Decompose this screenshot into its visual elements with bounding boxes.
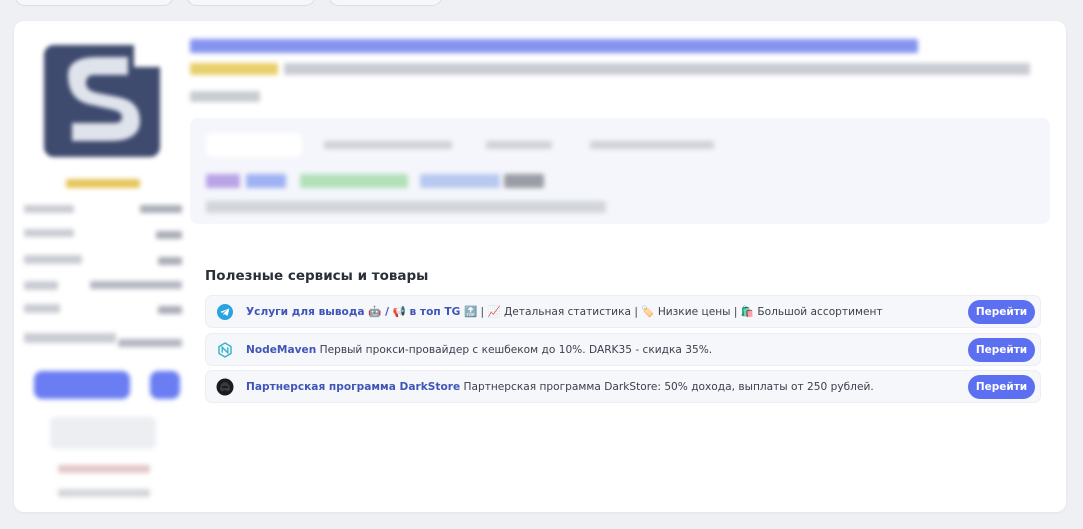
stat-label	[24, 205, 74, 213]
contact-seller-button[interactable]	[34, 371, 130, 399]
tab-item[interactable]	[324, 141, 452, 149]
telegram-icon	[216, 303, 234, 321]
tabs-panel-text	[206, 201, 606, 213]
stat-value	[156, 231, 182, 239]
stat-label	[24, 304, 60, 313]
service-description: Партнерская программа DarkStore: 50% дох…	[460, 380, 874, 393]
stat-value	[140, 205, 182, 213]
services-title: Полезные сервисы и товары	[205, 268, 429, 284]
product-description-line-1	[284, 63, 1030, 75]
go-button[interactable]: Перейти	[968, 338, 1035, 362]
go-button[interactable]: Перейти	[968, 300, 1035, 324]
service-item-nodemaven[interactable]: NodeMaven Первый прокси-провайдер с кешб…	[205, 333, 1041, 366]
service-text: Услуги для вывода 🤖 / 📢 в топ TG 🔝 | 📈 Д…	[246, 305, 1040, 318]
product-tag	[300, 174, 408, 188]
avatar-logo-icon	[38, 35, 166, 163]
stat-value	[158, 306, 182, 314]
service-name[interactable]: NodeMaven	[246, 344, 316, 356]
product-tag	[206, 174, 240, 188]
stat-label	[24, 333, 116, 343]
service-item-darkstore[interactable]: Партнерская программа DarkStore Партнерс…	[205, 370, 1041, 403]
seller-status-line	[58, 465, 150, 473]
tab-active[interactable]	[206, 133, 302, 157]
product-tag	[504, 174, 544, 188]
go-button[interactable]: Перейти	[968, 375, 1035, 399]
service-name[interactable]: Услуги для вывода 🤖 / 📢 в топ TG 🔝	[246, 306, 477, 318]
stat-value	[90, 281, 182, 289]
service-name[interactable]: Партнерская программа DarkStore	[246, 381, 460, 393]
product-tag	[420, 174, 500, 188]
stat-value	[158, 257, 182, 265]
seller-avatar	[38, 35, 166, 163]
nodemaven-icon	[216, 341, 234, 359]
service-item-telegram[interactable]: Услуги для вывода 🤖 / 📢 в топ TG 🔝 | 📈 Д…	[205, 295, 1041, 328]
chat-icon-button[interactable]	[150, 371, 180, 399]
stat-label	[24, 255, 82, 264]
stat-label	[24, 229, 74, 237]
product-badge	[190, 63, 278, 75]
stat-label	[24, 281, 58, 290]
product-description-line-2	[190, 91, 260, 102]
service-description: | 📈 Детальная статистика | 🏷️ Низкие цен…	[477, 306, 883, 318]
stat-value	[118, 339, 182, 347]
service-description: Первый прокси-провайдер с кешбеком до 10…	[316, 343, 713, 356]
top-filter-pill-2[interactable]	[186, 0, 316, 6]
darkstore-icon	[216, 378, 234, 396]
product-tag	[246, 174, 286, 188]
service-text: NodeMaven Первый прокси-провайдер с кешб…	[246, 344, 1040, 356]
seller-rating	[66, 179, 140, 188]
seller-extra-block	[50, 417, 156, 449]
top-filter-pill-3[interactable]	[328, 0, 443, 6]
tab-item[interactable]	[590, 141, 714, 149]
seller-footer-line	[58, 489, 150, 497]
product-title[interactable]	[190, 39, 918, 53]
service-text: Партнерская программа DarkStore Партнерс…	[246, 381, 1040, 393]
top-filter-pill-1[interactable]	[14, 0, 174, 6]
seller-card: Полезные сервисы и товары Услуги для выв…	[14, 21, 1066, 512]
tab-item[interactable]	[486, 141, 552, 149]
